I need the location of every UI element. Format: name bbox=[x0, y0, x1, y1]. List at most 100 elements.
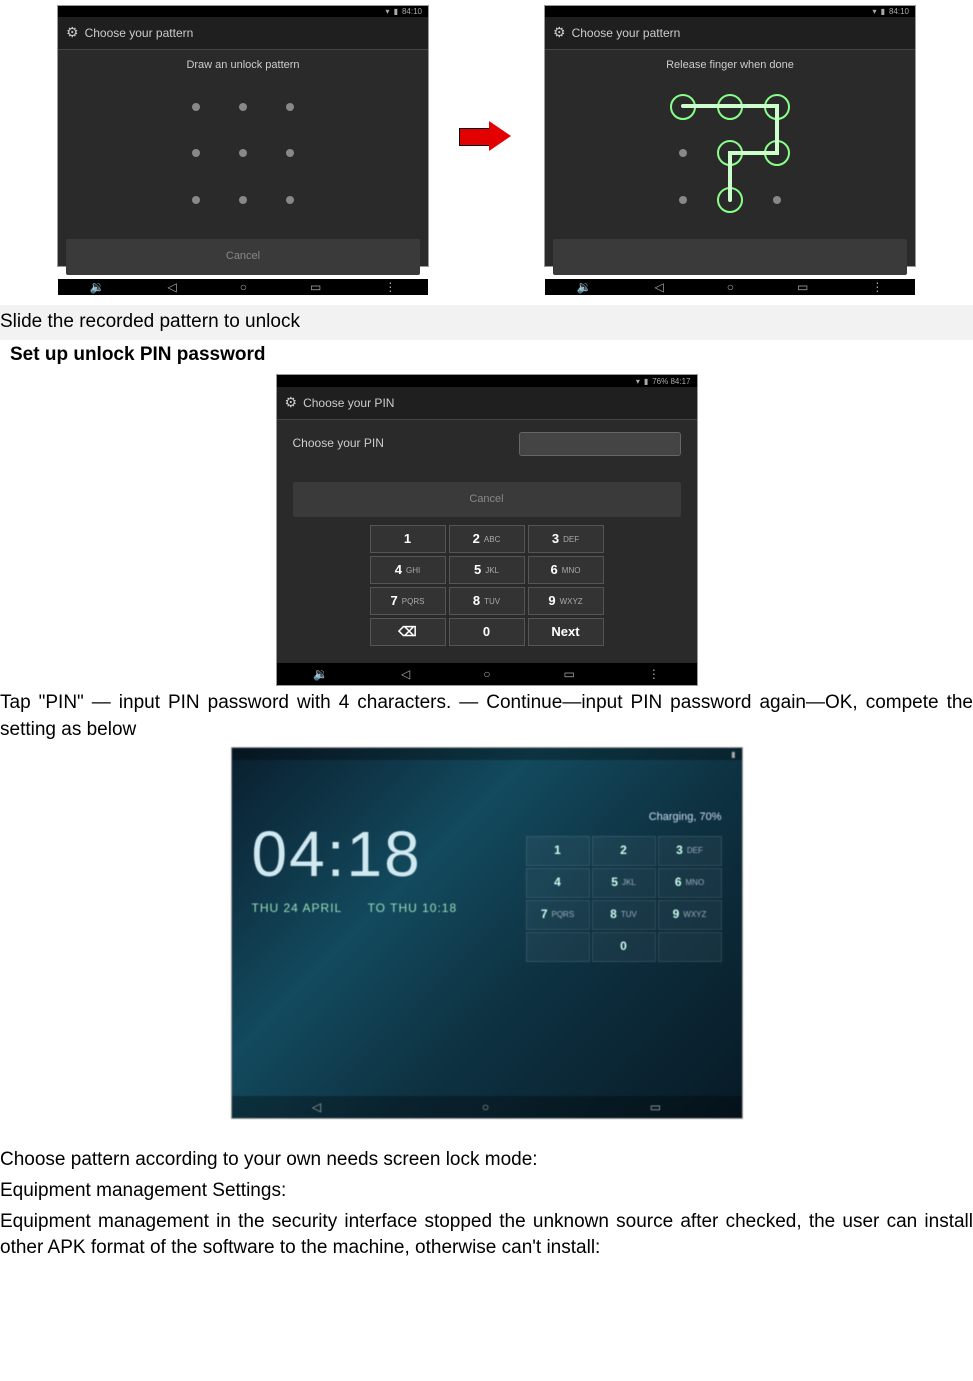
clock-time: 04:18 bbox=[252, 810, 458, 900]
choose-pattern-text: Choose pattern according to your own nee… bbox=[0, 1147, 973, 1174]
gear-icon: ⚙ bbox=[285, 393, 298, 413]
cancel-button[interactable]: Cancel bbox=[66, 239, 420, 274]
back-icon[interactable]: ◁ bbox=[401, 666, 410, 683]
battery-icon: ▮ bbox=[731, 749, 735, 760]
red-arrow-icon bbox=[459, 121, 514, 151]
pattern-dot[interactable] bbox=[679, 196, 687, 204]
status-text: 76% 84:17 bbox=[652, 376, 690, 387]
title-bar: ⚙ Choose your pattern bbox=[545, 17, 915, 50]
keypad-key[interactable]: 9WXYZ bbox=[658, 900, 722, 930]
pattern-dot[interactable] bbox=[192, 196, 200, 204]
keypad-key[interactable]: 6MNO bbox=[658, 868, 722, 898]
back-icon[interactable]: ◁ bbox=[312, 1099, 321, 1116]
pin-body: Choose your PIN Cancel 12ABC3DEF 4GHI5JKL… bbox=[277, 420, 697, 663]
screen-title: Choose your pattern bbox=[85, 25, 194, 42]
lock-keypad: 123DEF 45JKL6MNO 7PQRS8TUV9WXYZ0 bbox=[526, 836, 722, 962]
pattern-dot-active[interactable] bbox=[717, 187, 743, 213]
status-time: 84:10 bbox=[889, 6, 909, 17]
battery-icon: ▮ bbox=[394, 6, 398, 17]
status-bar: ▮ bbox=[232, 748, 742, 760]
clock-block: 04:18 THU 24 APRIL TO THU 10:18 bbox=[252, 810, 458, 916]
pattern-dot[interactable] bbox=[192, 149, 200, 157]
pattern-grid[interactable] bbox=[660, 83, 800, 223]
vol-icon[interactable]: 🔉 bbox=[577, 279, 592, 296]
lockscreen-screenshot: ▮ 04:18 THU 24 APRIL TO THU 10:18 Chargi… bbox=[231, 747, 743, 1119]
heading-pin-setup: Set up unlock PIN password bbox=[10, 342, 973, 369]
keypad-key[interactable]: 1 bbox=[370, 525, 446, 553]
keypad-key[interactable]: 8TUV bbox=[449, 587, 525, 615]
status-bar: ▾ ▮ 84:10 bbox=[545, 6, 915, 17]
pattern-dot[interactable] bbox=[286, 196, 294, 204]
nav-bar: 🔉 ◁ ○ ▭ ⋮ bbox=[545, 279, 915, 296]
keypad-key[interactable]: 7PQRS bbox=[370, 587, 446, 615]
keypad-key[interactable]: 9WXYZ bbox=[528, 587, 604, 615]
menu-icon[interactable]: ⋮ bbox=[648, 666, 660, 683]
clock-date-right: TO THU 10:18 bbox=[368, 901, 458, 915]
nav-bar: 🔉 ◁ ○ ▭ ⋮ bbox=[58, 279, 428, 296]
keypad-key[interactable]: 4GHI bbox=[370, 556, 446, 584]
cancel-button[interactable]: Cancel bbox=[293, 482, 681, 517]
button-bar[interactable]: . bbox=[553, 239, 907, 274]
keypad-key[interactable]: 7PQRS bbox=[526, 900, 590, 930]
vol-icon[interactable]: 🔉 bbox=[90, 279, 105, 296]
keypad-key[interactable]: 4 bbox=[526, 868, 590, 898]
menu-icon[interactable]: ⋮ bbox=[871, 279, 883, 296]
keypad-key[interactable] bbox=[526, 932, 590, 962]
tap-pin-text: Tap "PIN" — input PIN password with 4 ch… bbox=[0, 690, 973, 743]
lock-right-panel: Charging, 70% 123DEF 45JKL6MNO 7PQRS8TUV9W… bbox=[526, 810, 722, 961]
pin-label: Choose your PIN bbox=[293, 435, 384, 452]
keypad-key[interactable]: 0 bbox=[449, 618, 525, 646]
keypad-key[interactable]: 3DEF bbox=[658, 836, 722, 866]
pattern-dot[interactable] bbox=[679, 149, 687, 157]
pattern-dot-active[interactable] bbox=[764, 140, 790, 166]
pattern-dot[interactable] bbox=[192, 103, 200, 111]
keypad-key[interactable]: 6MNO bbox=[528, 556, 604, 584]
pin-input-field[interactable] bbox=[519, 432, 681, 456]
keypad-key[interactable]: 1 bbox=[526, 836, 590, 866]
status-bar: ▾ ▮ 84:10 bbox=[58, 6, 428, 17]
screen-title: Choose your pattern bbox=[572, 25, 681, 42]
pattern-dot-active[interactable] bbox=[670, 94, 696, 120]
keypad-key[interactable]: 3DEF bbox=[528, 525, 604, 553]
home-icon[interactable]: ○ bbox=[483, 666, 490, 683]
equipment-description-text: Equipment management in the security int… bbox=[0, 1209, 973, 1262]
pattern-grid[interactable] bbox=[173, 83, 313, 223]
nav-bar: ◁ ○ ▭ bbox=[232, 1096, 742, 1118]
home-icon[interactable]: ○ bbox=[240, 279, 247, 296]
pattern-dot[interactable] bbox=[239, 196, 247, 204]
back-icon[interactable]: ◁ bbox=[168, 279, 177, 296]
keypad-key[interactable]: 8TUV bbox=[592, 900, 656, 930]
pattern-dot-active[interactable] bbox=[764, 94, 790, 120]
keypad-key[interactable]: 5JKL bbox=[592, 868, 656, 898]
pattern-dot[interactable] bbox=[773, 196, 781, 204]
home-icon[interactable]: ○ bbox=[482, 1099, 489, 1116]
pattern-dot[interactable] bbox=[286, 149, 294, 157]
pattern-dot[interactable] bbox=[239, 149, 247, 157]
pattern-dot-active[interactable] bbox=[717, 140, 743, 166]
pattern-dot-active[interactable] bbox=[717, 94, 743, 120]
recent-icon[interactable]: ▭ bbox=[564, 666, 575, 683]
pattern-dot[interactable] bbox=[239, 103, 247, 111]
keypad-key[interactable]: 0 bbox=[592, 932, 656, 962]
title-bar: ⚙ Choose your pattern bbox=[58, 17, 428, 50]
home-icon[interactable]: ○ bbox=[727, 279, 734, 296]
pattern-dot[interactable] bbox=[286, 103, 294, 111]
recent-icon[interactable]: ▭ bbox=[797, 279, 808, 296]
battery-icon: ▮ bbox=[644, 376, 648, 387]
back-icon[interactable]: ◁ bbox=[655, 279, 664, 296]
nav-bar: 🔉 ◁ ○ ▭ ⋮ bbox=[277, 663, 697, 685]
vol-icon[interactable]: 🔉 bbox=[313, 666, 328, 683]
recent-icon[interactable]: ▭ bbox=[310, 279, 321, 296]
keypad-key[interactable]: 5JKL bbox=[449, 556, 525, 584]
pattern-screenshot-release: ▾ ▮ 84:10 ⚙ Choose your pattern Release … bbox=[544, 5, 916, 267]
recent-icon[interactable]: ▭ bbox=[650, 1099, 661, 1116]
charging-text: Charging, 70% bbox=[526, 810, 722, 825]
lockscreen-body: 04:18 THU 24 APRIL TO THU 10:18 Charging… bbox=[232, 760, 742, 1096]
keypad-key[interactable]: 2ABC bbox=[449, 525, 525, 553]
menu-icon[interactable]: ⋮ bbox=[384, 279, 396, 296]
keypad-key[interactable]: Next bbox=[528, 618, 604, 646]
keypad-key[interactable]: 2 bbox=[592, 836, 656, 866]
clock-date-left: THU 24 APRIL bbox=[252, 901, 342, 915]
keypad-key[interactable]: ⌫ bbox=[370, 618, 446, 646]
keypad-key[interactable] bbox=[658, 932, 722, 962]
